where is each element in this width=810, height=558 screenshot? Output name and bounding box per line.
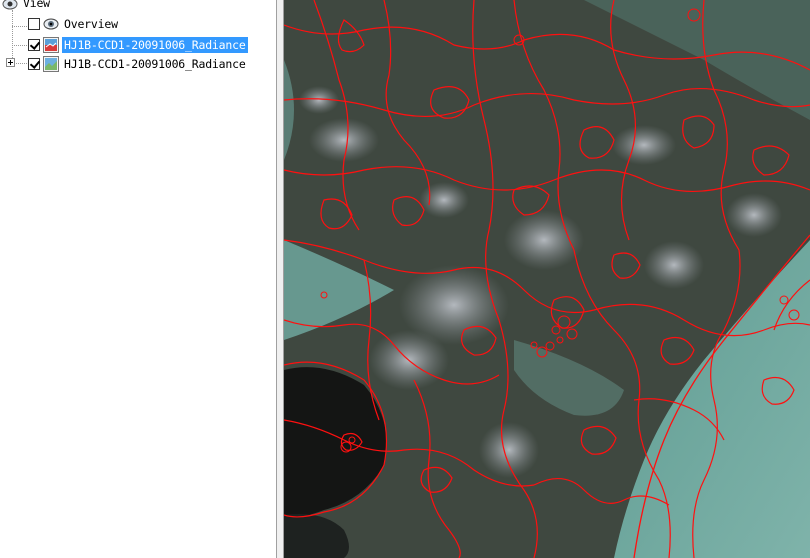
tree-item-raster-layer-selected[interactable]: HJ1B-CCD1-20091006_Radiance bbox=[28, 36, 248, 54]
tree-root-label: View bbox=[23, 0, 50, 10]
overview-checkbox[interactable] bbox=[28, 18, 40, 30]
panel-splitter[interactable] bbox=[276, 0, 284, 558]
raster-layer-icon bbox=[43, 37, 59, 53]
expand-button[interactable] bbox=[6, 58, 15, 67]
tree-connector-horizontal bbox=[12, 45, 27, 46]
raster-layer-icon bbox=[43, 56, 59, 72]
raster-layer-label-selected: HJ1B-CCD1-20091006_Radiance bbox=[62, 37, 248, 53]
raster-layer-label: HJ1B-CCD1-20091006_Radiance bbox=[64, 57, 246, 71]
map-canvas[interactable] bbox=[284, 0, 810, 558]
tree-connector-horizontal bbox=[16, 63, 27, 64]
tree-connector-horizontal bbox=[12, 26, 27, 27]
layer-tree-panel: View Overview HJ1B-CCD1-20091006_Radianc… bbox=[0, 0, 276, 558]
satellite-image bbox=[284, 0, 810, 558]
overview-label: Overview bbox=[64, 17, 118, 31]
raster-layer-checkbox[interactable] bbox=[28, 58, 40, 70]
view-root-icon bbox=[2, 0, 18, 10]
tree-root[interactable]: View bbox=[2, 0, 52, 12]
raster-layer-checkbox[interactable] bbox=[28, 39, 40, 51]
tree-item-overview[interactable]: Overview bbox=[28, 15, 120, 33]
tree-item-raster-layer[interactable]: HJ1B-CCD1-20091006_Radiance bbox=[28, 55, 248, 73]
overview-eye-icon bbox=[43, 18, 59, 30]
